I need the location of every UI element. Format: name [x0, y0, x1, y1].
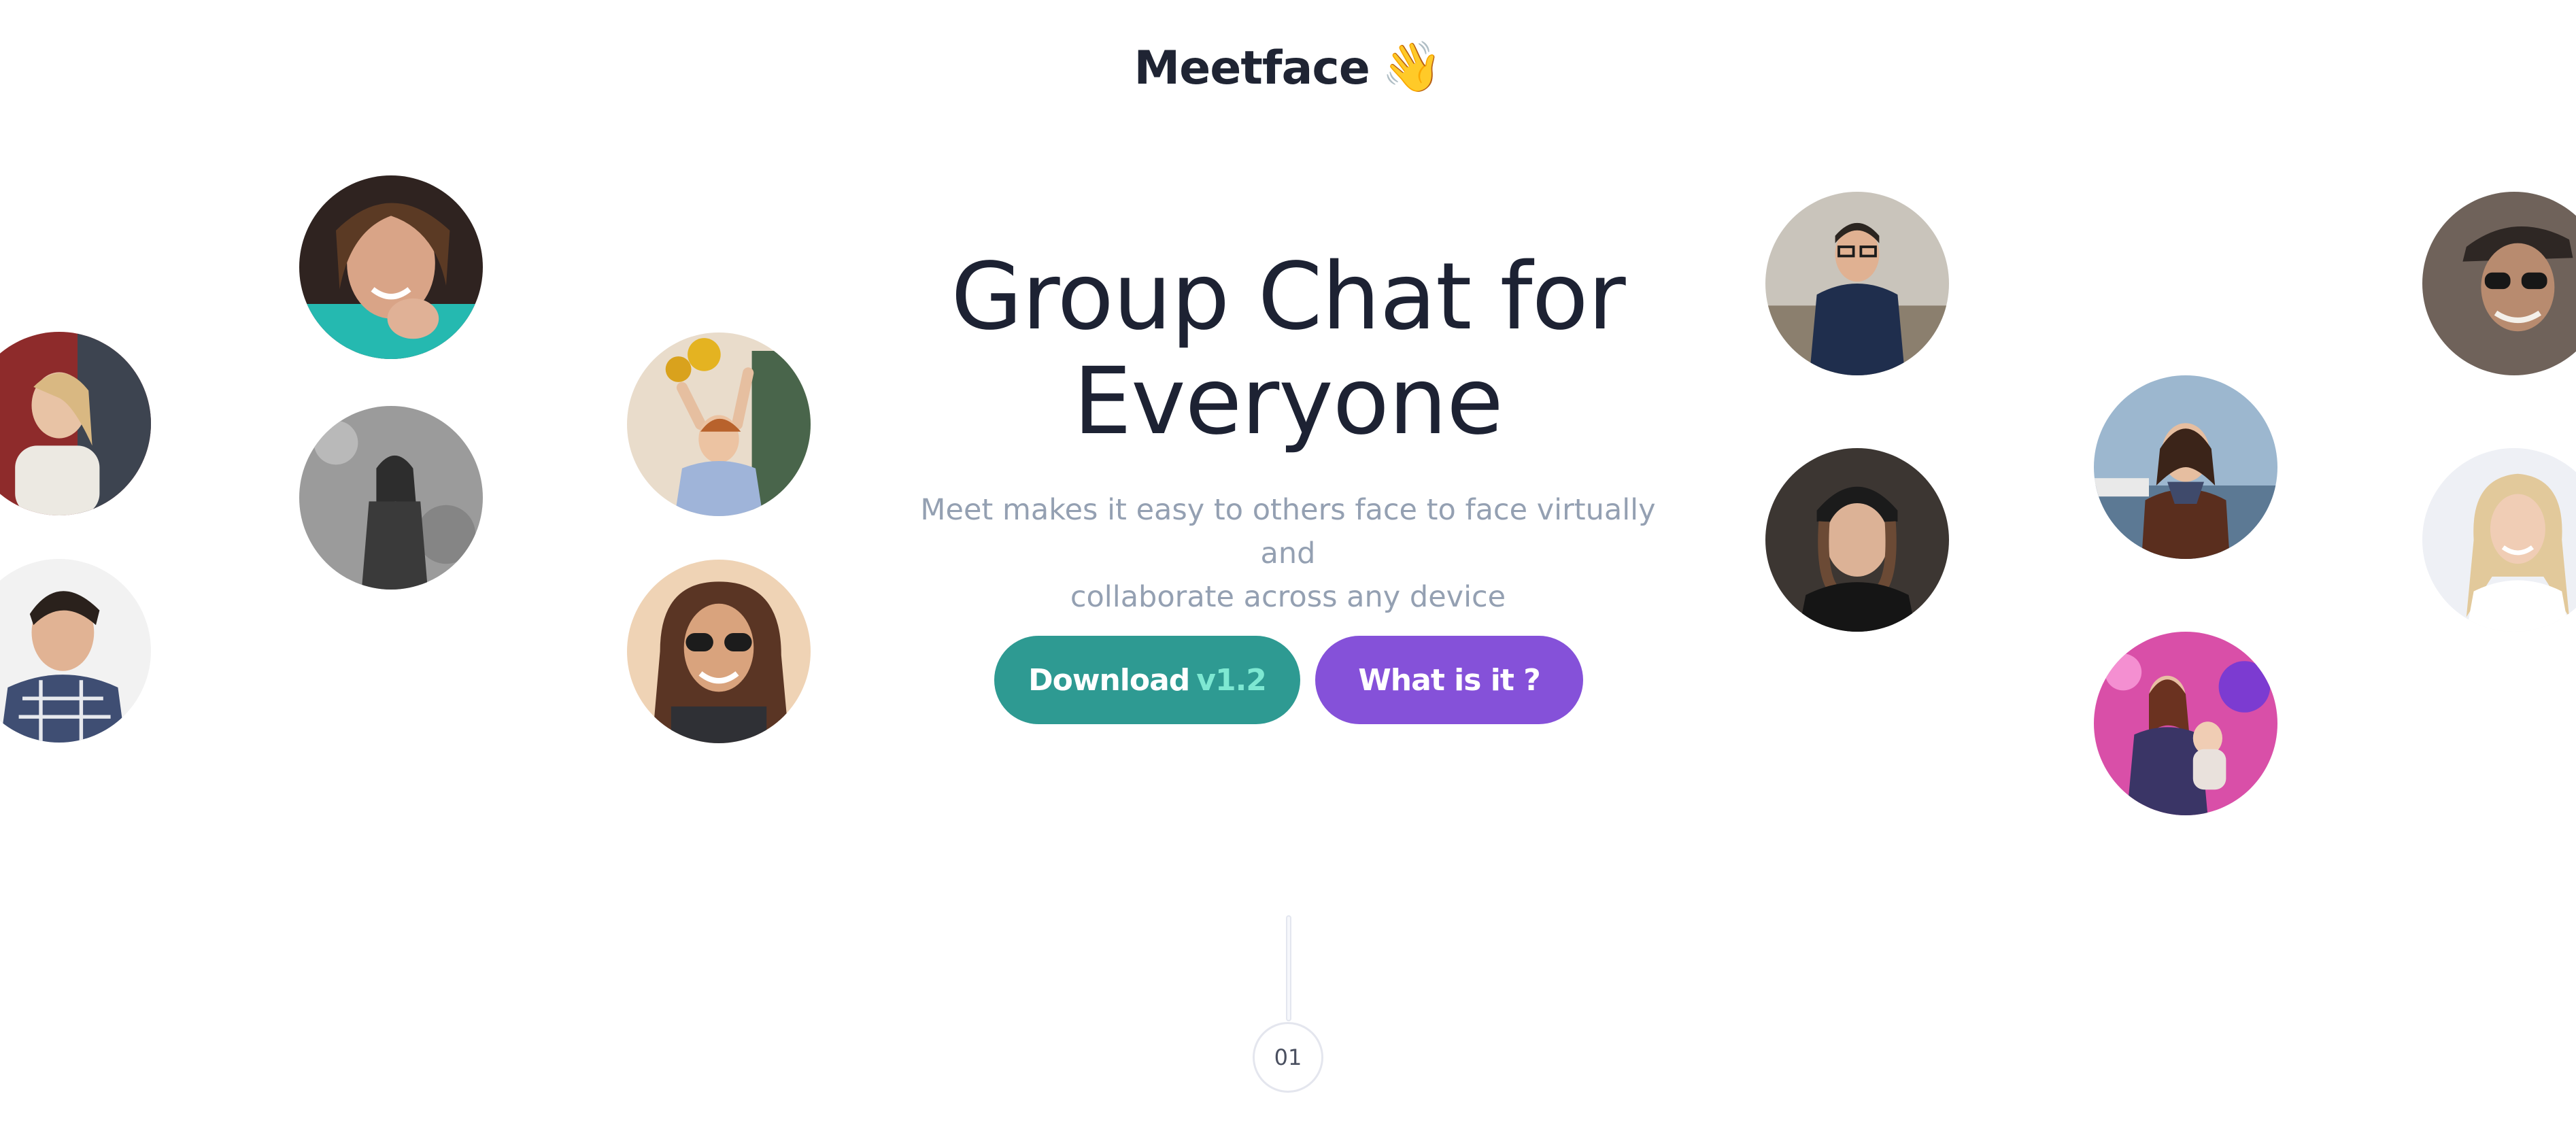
hero-subtitle: Meet makes it easy to others face to fac… [894, 488, 1682, 619]
hero-title-line-1: Group Chat for [951, 243, 1625, 351]
what-is-it-button[interactable]: What is it ? [1315, 636, 1583, 724]
version-badge: v1.2 [1196, 662, 1267, 698]
hero-subtitle-line-2: collaborate across any device [1070, 580, 1506, 614]
what-is-it-label: What is it ? [1358, 662, 1540, 698]
avatar-woman-holding-sunflowers [627, 333, 811, 516]
avatar-man-glasses-jacket [1765, 192, 1949, 375]
brand-name: Meetface [1134, 41, 1370, 95]
hero-title-line-2: Everyone [1073, 348, 1504, 456]
avatar-woman-black-and-white [299, 406, 483, 590]
avatar-woman-blonde-white-top [2422, 448, 2576, 632]
hero-subtitle-line-1: Meet makes it easy to others face to fac… [920, 493, 1656, 570]
hero-title: Group Chat for Everyone [880, 245, 1696, 454]
scroll-indicator-line [1286, 915, 1291, 1021]
avatar-woman-carrying-child-neon [2094, 632, 2277, 815]
avatar-woman-black-beanie [1765, 448, 1949, 632]
avatar-woman-harbor-scarf [2094, 375, 2277, 559]
avatar-man-plaid-shirt [0, 559, 151, 743]
waving-hand-icon: 👋 [1381, 38, 1443, 95]
avatar-man-flat-cap-sunglasses [2422, 192, 2576, 375]
avatar-woman-sunglasses-curly-hair [627, 560, 811, 743]
landing-page: Meetface 👋 Group Chat for Everyone Meet … [0, 0, 2576, 1141]
avatar-woman-laughing-red-wall [0, 332, 151, 515]
brand-logo[interactable]: Meetface 👋 [0, 38, 2576, 96]
download-button[interactable]: Download v1.2 [994, 636, 1300, 724]
step-indicator[interactable]: 01 [1253, 1022, 1323, 1093]
avatar-woman-smiling-hand-on-chin [299, 175, 483, 359]
download-label: Download [1028, 662, 1190, 698]
step-number: 01 [1274, 1044, 1302, 1070]
